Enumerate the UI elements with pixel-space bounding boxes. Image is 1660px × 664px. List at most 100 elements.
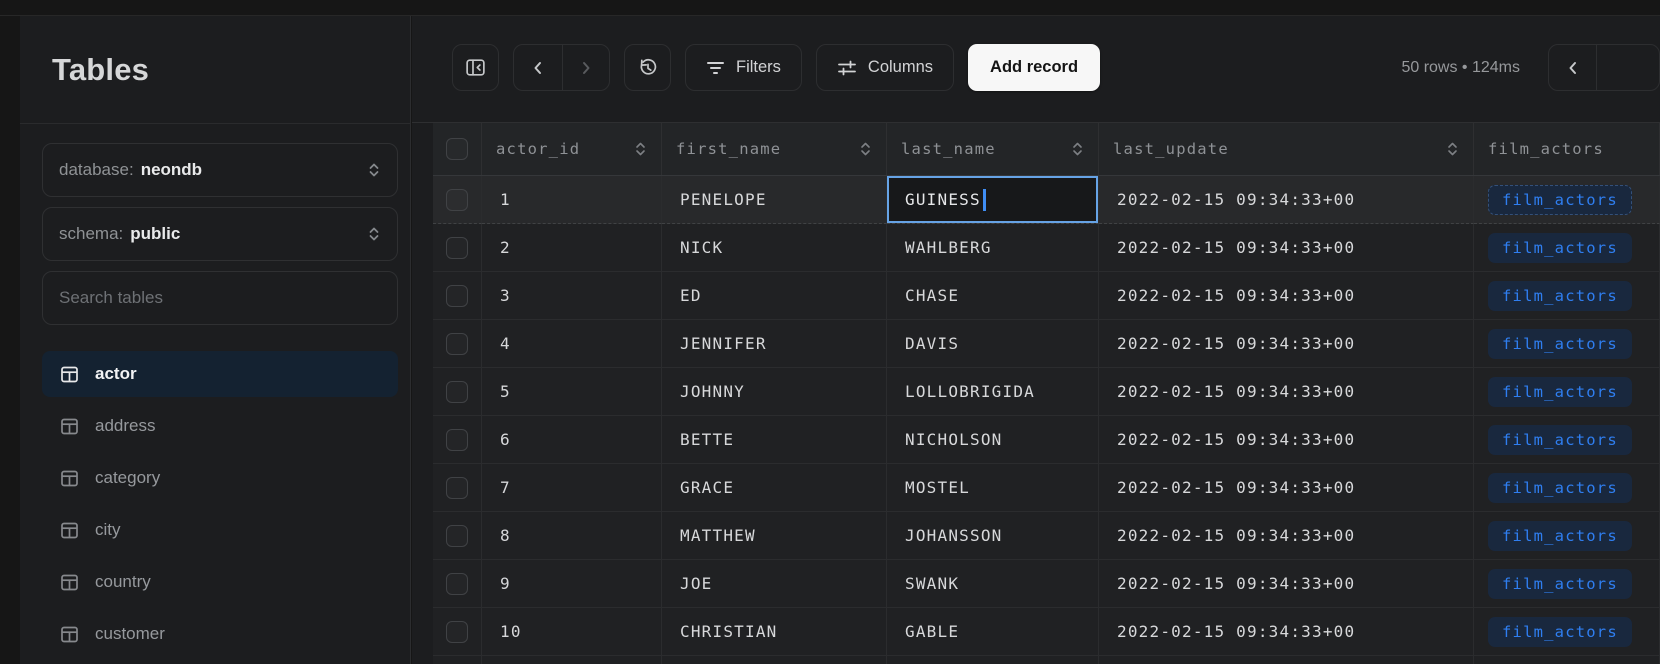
- database-select[interactable]: database: neondb: [42, 143, 398, 197]
- cell-last-update[interactable]: 2022-02-15 09:34:33+00: [1099, 608, 1474, 656]
- cell-last-update[interactable]: 2022-02-15 09:34:33+00: [1099, 320, 1474, 368]
- cell-first-name[interactable]: GRACE: [662, 464, 887, 512]
- cell-last-update[interactable]: 2022-02-15 09:34:33+00: [1099, 176, 1474, 224]
- row-checkbox[interactable]: [433, 464, 482, 512]
- add-record-button[interactable]: Add record: [968, 44, 1100, 91]
- filters-button[interactable]: Filters: [685, 44, 802, 91]
- cell-actor-id[interactable]: 10: [482, 608, 662, 656]
- cell-film-actors: film_actors: [1474, 608, 1660, 656]
- cell-last-name[interactable]: CHASE: [887, 272, 1099, 320]
- select-all-checkbox[interactable]: [433, 123, 482, 175]
- sidebar-item-city[interactable]: city: [42, 507, 398, 553]
- cell-last-update[interactable]: 2022-02-15 09:34:33+00: [1099, 512, 1474, 560]
- film-actors-link[interactable]: film_actors: [1488, 281, 1632, 311]
- cell-actor-id[interactable]: 8: [482, 512, 662, 560]
- cell-actor-id[interactable]: 9: [482, 560, 662, 608]
- film-actors-link[interactable]: film_actors: [1488, 617, 1632, 647]
- sidebar-item-customer[interactable]: customer: [42, 611, 398, 657]
- row-checkbox[interactable]: [433, 560, 482, 608]
- cell-actor-id[interactable]: 3: [482, 272, 662, 320]
- columns-button[interactable]: Columns: [816, 44, 954, 91]
- cell-last-update[interactable]: 2022-02-15 09:34:33+00: [1099, 560, 1474, 608]
- sidebar-item-address[interactable]: address: [42, 403, 398, 449]
- row-checkbox[interactable]: [433, 512, 482, 560]
- previous-page-button[interactable]: [1549, 45, 1596, 90]
- cell-last-update[interactable]: 2022-02-15 09:34:33+00: [1099, 464, 1474, 512]
- cell-first-name[interactable]: CHRISTIAN: [662, 608, 887, 656]
- cell-first-name[interactable]: JOHNNY: [662, 368, 887, 416]
- cell-last-name[interactable]: WAHLBERG: [887, 224, 1099, 272]
- forward-button[interactable]: [562, 45, 610, 90]
- sidebar-item-country[interactable]: country: [42, 559, 398, 605]
- cell-first-name[interactable]: JENNIFER: [662, 320, 887, 368]
- film-actors-link[interactable]: film_actors: [1488, 473, 1632, 503]
- cell-last-name[interactable]: MOSTEL: [887, 464, 1099, 512]
- column-header-film-actors[interactable]: film_actors: [1474, 123, 1660, 175]
- schema-select[interactable]: schema: public: [42, 207, 398, 261]
- cell-film-actors: [1474, 656, 1660, 664]
- row-checkbox[interactable]: [433, 272, 482, 320]
- cell-last-name[interactable]: NICHOLSON: [887, 416, 1099, 464]
- cell-last-name[interactable]: SWANK: [887, 560, 1099, 608]
- column-header-actor-id[interactable]: actor_id: [482, 123, 662, 175]
- film-actors-link[interactable]: film_actors: [1488, 521, 1632, 551]
- cell-first-name[interactable]: MATTHEW: [662, 512, 887, 560]
- cell-last-name[interactable]: LOLLOBRIGIDA: [887, 368, 1099, 416]
- cell-first-name[interactable]: [662, 656, 887, 664]
- column-header-last-update[interactable]: last_update: [1099, 123, 1474, 175]
- cell-actor-id[interactable]: 4: [482, 320, 662, 368]
- cell-actor-id[interactable]: 2: [482, 224, 662, 272]
- query-history-button[interactable]: [624, 44, 671, 91]
- cell-actor-id[interactable]: 6: [482, 416, 662, 464]
- sidebar-item-actor[interactable]: actor: [42, 351, 398, 397]
- next-page-button[interactable]: [1596, 45, 1659, 90]
- film-actors-link[interactable]: film_actors: [1488, 329, 1632, 359]
- film-actors-link[interactable]: film_actors: [1488, 377, 1632, 407]
- cell-first-name[interactable]: ED: [662, 272, 887, 320]
- toolbar: Filters Columns Add record 50 rows • 124…: [452, 44, 1660, 91]
- table-icon: [59, 520, 80, 541]
- cell-last-name[interactable]: [887, 656, 1099, 664]
- cell-actor-id[interactable]: 7: [482, 464, 662, 512]
- cell-last-name[interactable]: GABLE: [887, 608, 1099, 656]
- sort-icon[interactable]: [859, 141, 872, 157]
- records-table: actor_id first_name last_name last_updat…: [412, 122, 1660, 664]
- column-header-first-name[interactable]: first_name: [662, 123, 887, 175]
- cell-last-update[interactable]: 2022-02-15 09:34:33+00: [1099, 368, 1474, 416]
- cell-last-update[interactable]: [1099, 656, 1474, 664]
- sort-icon[interactable]: [634, 141, 647, 157]
- cell-first-name[interactable]: JOE: [662, 560, 887, 608]
- row-checkbox[interactable]: [433, 320, 482, 368]
- film-actors-link[interactable]: film_actors: [1488, 425, 1632, 455]
- row-checkbox[interactable]: [433, 416, 482, 464]
- cell-last-name[interactable]: DAVIS: [887, 320, 1099, 368]
- row-checkbox[interactable]: [433, 176, 482, 224]
- cell-first-name[interactable]: BETTE: [662, 416, 887, 464]
- sidebar-item-category[interactable]: category: [42, 455, 398, 501]
- cell-last-update[interactable]: 2022-02-15 09:34:33+00: [1099, 416, 1474, 464]
- row-checkbox[interactable]: [433, 224, 482, 272]
- cell-first-name[interactable]: PENELOPE: [662, 176, 887, 224]
- back-button[interactable]: [514, 45, 562, 90]
- sliders-icon: [837, 59, 857, 77]
- cell-last-update[interactable]: 2022-02-15 09:34:33+00: [1099, 272, 1474, 320]
- cell-first-name[interactable]: NICK: [662, 224, 887, 272]
- cell-last-update[interactable]: 2022-02-15 09:34:33+00: [1099, 224, 1474, 272]
- sort-icon[interactable]: [1071, 141, 1084, 157]
- cell-edit-input[interactable]: GUINESS: [887, 176, 1098, 223]
- film-actors-link[interactable]: film_actors: [1488, 185, 1632, 215]
- cell-last-name-editing[interactable]: GUINESS: [887, 176, 1099, 224]
- film-actors-link[interactable]: film_actors: [1488, 569, 1632, 599]
- cell-actor-id[interactable]: [482, 656, 662, 664]
- row-checkbox[interactable]: [433, 608, 482, 656]
- cell-actor-id[interactable]: 1: [482, 176, 662, 224]
- search-tables-input[interactable]: Search tables: [42, 271, 398, 325]
- row-checkbox[interactable]: [433, 368, 482, 416]
- row-checkbox[interactable]: [433, 656, 482, 664]
- sort-icon[interactable]: [1446, 141, 1459, 157]
- collapse-sidebar-button[interactable]: [452, 44, 499, 91]
- cell-actor-id[interactable]: 5: [482, 368, 662, 416]
- film-actors-link[interactable]: film_actors: [1488, 233, 1632, 263]
- cell-last-name[interactable]: JOHANSSON: [887, 512, 1099, 560]
- column-header-last-name[interactable]: last_name: [887, 123, 1099, 175]
